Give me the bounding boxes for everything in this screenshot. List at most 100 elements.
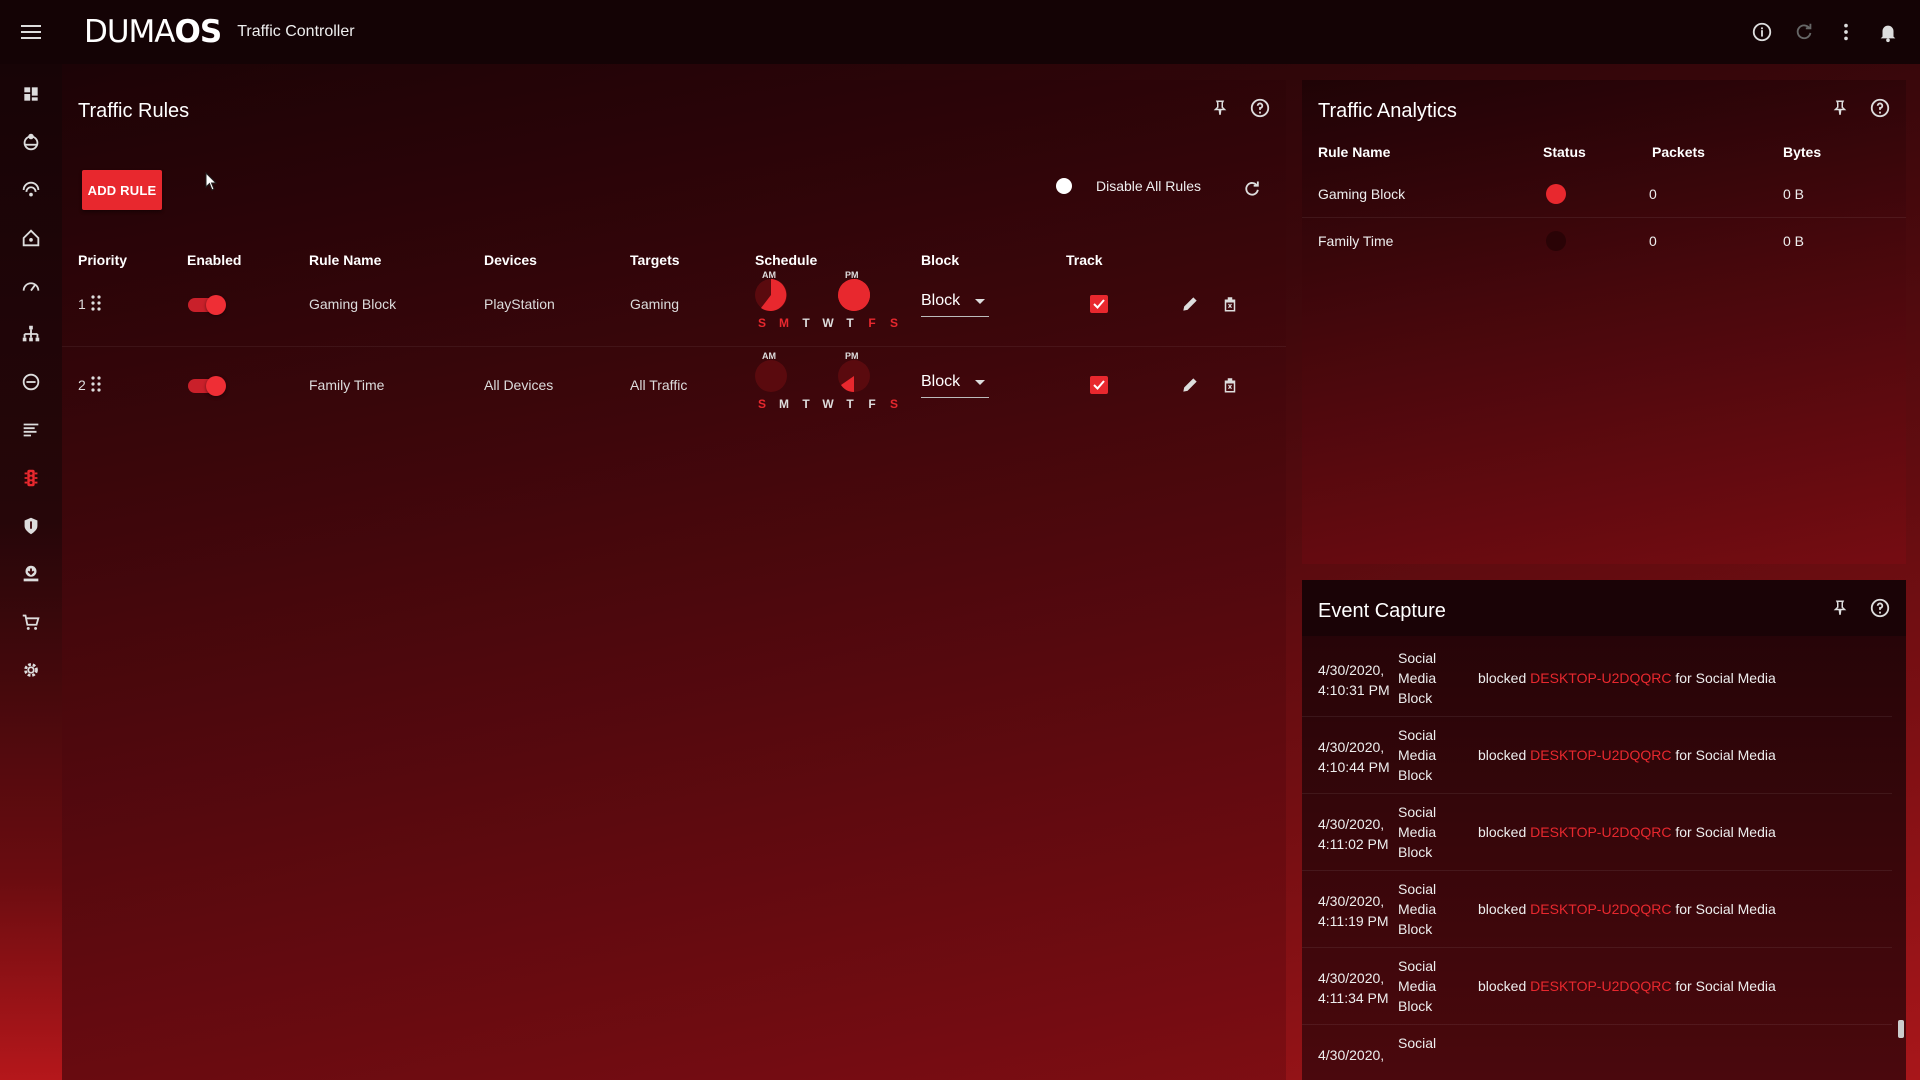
bell-icon[interactable] — [1876, 20, 1900, 44]
header-rule-name[interactable]: Rule Name — [309, 252, 381, 268]
header-rule-name: Rule Name — [1318, 144, 1391, 160]
pm-schedule-clock[interactable] — [837, 278, 871, 312]
day-thu[interactable]: T — [844, 316, 856, 330]
header-status: Status — [1543, 144, 1586, 160]
edit-icon[interactable] — [1178, 373, 1202, 397]
pin-icon[interactable] — [1828, 596, 1852, 620]
day-sat[interactable]: S — [888, 397, 900, 411]
priority-value: 1 — [78, 296, 86, 312]
user-download-icon[interactable] — [0, 550, 62, 598]
scrollbar-thumb[interactable] — [1898, 1020, 1904, 1038]
day-sun[interactable]: S — [756, 316, 768, 330]
help-icon[interactable] — [1248, 96, 1272, 120]
header-targets[interactable]: Targets — [630, 252, 680, 268]
block-select[interactable]: Block — [921, 373, 989, 398]
packets-value: 0 — [1649, 186, 1657, 202]
device-link[interactable]: DESKTOP-U2DQQRC — [1530, 670, 1671, 686]
rule-name: Family Time — [309, 377, 385, 393]
side-navigation — [0, 64, 62, 1080]
day-mon[interactable]: M — [778, 316, 790, 330]
logs-icon[interactable] — [0, 406, 62, 454]
packets-value: 0 — [1649, 233, 1657, 249]
enabled-toggle[interactable] — [188, 295, 226, 315]
block-select-value: Block — [921, 373, 961, 390]
network-home-icon[interactable] — [0, 214, 62, 262]
speedometer-icon[interactable] — [0, 262, 62, 310]
day-wed[interactable]: W — [822, 397, 834, 411]
drag-handle-icon[interactable] — [90, 375, 102, 398]
day-tue[interactable]: T — [800, 397, 812, 411]
disable-all-rules-toggle[interactable] — [1056, 178, 1072, 194]
event-type: Social — [1398, 1035, 1437, 1051]
event-capture-panel: Event Capture 4/30/2020, 4:10:31 PM Socia… — [1302, 580, 1906, 1080]
settings-icon[interactable] — [0, 646, 62, 694]
network-map-icon[interactable] — [0, 310, 62, 358]
enabled-toggle[interactable] — [188, 376, 226, 396]
panel-title: Traffic Rules — [78, 100, 190, 122]
day-fri[interactable]: F — [866, 397, 878, 411]
event-type: Social Media Block — [1398, 727, 1437, 783]
menu-icon[interactable] — [0, 0, 62, 64]
track-checkbox[interactable] — [1090, 295, 1108, 313]
day-tue[interactable]: T — [800, 316, 812, 330]
geo-filter-icon[interactable] — [0, 118, 62, 166]
track-checkbox[interactable] — [1090, 376, 1108, 394]
device-link[interactable]: DESKTOP-U2DQQRC — [1530, 901, 1671, 917]
rule-name: Gaming Block — [1318, 186, 1406, 202]
row-divider — [62, 346, 1286, 347]
traffic-light-icon[interactable] — [0, 454, 62, 502]
row-divider — [1302, 217, 1906, 218]
event-type: Social Media Block — [1398, 958, 1437, 1014]
event-message: blocked DESKTOP-U2DQQRC for Social Media — [1478, 824, 1776, 840]
block-icon[interactable] — [0, 358, 62, 406]
pin-icon[interactable] — [1208, 96, 1232, 120]
delete-icon[interactable] — [1218, 292, 1242, 316]
device-link[interactable]: DESKTOP-U2DQQRC — [1530, 747, 1671, 763]
day-wed[interactable]: W — [822, 316, 834, 330]
drag-handle-icon[interactable] — [90, 294, 102, 317]
add-rule-button[interactable]: ADD RULE — [82, 170, 162, 210]
event-time: 4/30/2020, — [1318, 1047, 1385, 1063]
panel-title: Traffic Analytics — [1318, 100, 1457, 122]
devices-value: PlayStation — [484, 296, 555, 312]
event-time: 4/30/2020, 4:11:34 PM — [1318, 970, 1389, 1006]
day-mon[interactable]: M — [778, 397, 790, 411]
traffic-rules-panel: Traffic Rules ADD RULE Disable All Rules… — [62, 80, 1286, 1080]
targets-value: All Traffic — [630, 377, 688, 393]
cart-icon[interactable] — [0, 598, 62, 646]
pin-icon[interactable] — [1828, 96, 1852, 120]
dashboard-icon[interactable] — [0, 70, 62, 118]
help-icon[interactable] — [1868, 596, 1892, 620]
event-type: Social Media Block — [1398, 881, 1437, 937]
am-schedule-clock[interactable] — [754, 278, 788, 312]
header-track[interactable]: Track — [1066, 252, 1103, 268]
refresh-icon[interactable] — [1792, 20, 1816, 44]
device-link[interactable]: DESKTOP-U2DQQRC — [1530, 824, 1671, 840]
devices-value: All Devices — [484, 377, 554, 393]
refresh-icon[interactable] — [1240, 177, 1264, 201]
day-fri[interactable]: F — [866, 316, 878, 330]
event-row: 4/30/2020, 4:10:44 PM Social Media Block bl… — [1302, 717, 1892, 794]
am-schedule-clock[interactable] — [754, 359, 788, 393]
event-row: 4/30/2020, 4:11:34 PM Social Media Block bl… — [1302, 948, 1892, 1025]
header-enabled[interactable]: Enabled — [187, 252, 241, 268]
status-indicator — [1546, 231, 1566, 251]
rule-name: Family Time — [1318, 233, 1394, 249]
more-vert-icon[interactable] — [1834, 20, 1858, 44]
header-block[interactable]: Block — [921, 252, 959, 268]
device-link[interactable]: DESKTOP-U2DQQRC — [1530, 978, 1671, 994]
event-message: blocked DESKTOP-U2DQQRC for Social Media — [1478, 978, 1776, 994]
info-icon[interactable] — [1750, 20, 1774, 44]
ping-heatmap-icon[interactable] — [0, 166, 62, 214]
day-sat[interactable]: S — [888, 316, 900, 330]
header-devices[interactable]: Devices — [484, 252, 537, 268]
day-thu[interactable]: T — [844, 397, 856, 411]
block-select[interactable]: Block — [921, 292, 989, 317]
help-icon[interactable] — [1868, 96, 1892, 120]
pm-schedule-clock[interactable] — [837, 359, 871, 393]
edit-icon[interactable] — [1178, 292, 1202, 316]
delete-icon[interactable] — [1218, 373, 1242, 397]
day-sun[interactable]: S — [756, 397, 768, 411]
event-message: blocked DESKTOP-U2DQQRC for Social Media — [1478, 901, 1776, 917]
shield-icon[interactable] — [0, 502, 62, 550]
